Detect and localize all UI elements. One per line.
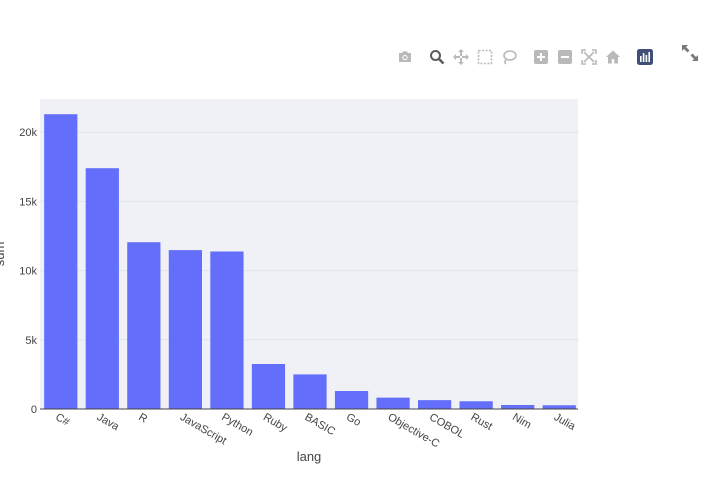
- lasso-select-icon[interactable]: [497, 45, 521, 69]
- bar[interactable]: [251, 364, 286, 409]
- bar[interactable]: [542, 405, 576, 409]
- bar[interactable]: [459, 401, 493, 409]
- y-axis-ticks: 0 5k 10k 15k 20k: [19, 127, 37, 416]
- bar[interactable]: [168, 250, 202, 409]
- expand-icon[interactable]: [679, 42, 701, 64]
- zoom-out-icon[interactable]: [553, 45, 577, 69]
- x-tick-label: R: [136, 411, 149, 425]
- bar[interactable]: [44, 114, 78, 410]
- modebar: [393, 45, 657, 69]
- zoom-icon[interactable]: [425, 45, 449, 69]
- y-axis-title: sum: [0, 242, 7, 267]
- reset-axes-icon[interactable]: [601, 45, 625, 69]
- pan-icon[interactable]: [449, 45, 473, 69]
- x-tick-label: Java: [95, 411, 122, 433]
- y-tick-label: 15k: [19, 196, 37, 208]
- x-tick-label: Ruby: [261, 411, 290, 434]
- y-tick-label: 20k: [19, 127, 37, 139]
- x-tick-label: Julia: [552, 411, 578, 433]
- camera-icon[interactable]: [393, 45, 417, 69]
- x-tick-label: Rust: [469, 411, 495, 433]
- autoscale-icon[interactable]: [577, 45, 601, 69]
- bar[interactable]: [293, 374, 327, 409]
- bar[interactable]: [127, 242, 161, 409]
- x-tick-label: Nim: [510, 411, 533, 431]
- box-select-icon[interactable]: [473, 45, 497, 69]
- bar[interactable]: [418, 400, 452, 409]
- x-tick-label: BASIC: [303, 411, 338, 438]
- y-tick-label: 0: [31, 404, 37, 416]
- bar[interactable]: [376, 397, 410, 409]
- bar[interactable]: [501, 404, 535, 409]
- plotly-logo-icon[interactable]: [633, 45, 657, 69]
- x-axis-ticks: C# Java R JavaScriptPython Ruby BASIC Go Object…: [53, 411, 578, 450]
- zoom-in-icon[interactable]: [529, 45, 553, 69]
- bar[interactable]: [210, 251, 244, 409]
- x-tick-label: JavaScript: [178, 411, 228, 447]
- bar[interactable]: [85, 168, 119, 409]
- y-tick-label: 5k: [25, 335, 37, 347]
- x-tick-label: Go: [344, 411, 363, 429]
- bar[interactable]: [334, 391, 369, 409]
- bar-chart: 05k10k15k20k C# Java R JavaScriptPython Ruby…: [0, 99, 578, 464]
- plot-area[interactable]: [40, 99, 578, 409]
- x-tick-label: C#: [53, 411, 72, 429]
- x-axis-title: lang: [297, 449, 322, 464]
- y-tick-label: 10k: [19, 266, 37, 278]
